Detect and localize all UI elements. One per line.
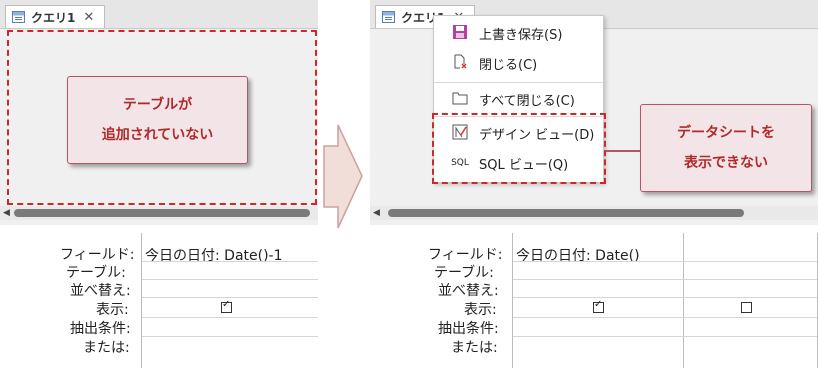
row-label-sort: 並べ替え:	[438, 283, 499, 299]
row-label-show: 表示:	[96, 302, 129, 318]
grid-column-1[interactable]: 今日の日付: Date()	[512, 233, 684, 368]
row-label-field: フィールド:	[60, 247, 135, 263]
menu-item-save[interactable]: 上書き保存(S)	[434, 18, 603, 48]
row-label-table: テーブル:	[66, 265, 126, 281]
horizontal-scrollbar[interactable]: ◀	[370, 206, 818, 220]
document-tab-bar: クエリ1 ✕	[0, 0, 318, 29]
callout-no-table: テーブルが 追加されていない	[67, 76, 248, 164]
query-icon	[382, 11, 395, 23]
show-checkbox-2[interactable]	[741, 302, 752, 313]
row-label-or: または:	[83, 340, 130, 356]
query-icon	[12, 11, 25, 23]
scrollbar-thumb[interactable]	[14, 209, 310, 217]
menu-label-close-all: すべて閉じる(C)	[479, 93, 575, 109]
design-grid: フィールド: テーブル: 並べ替え: 表示: 抽出条件: または: 今日の日付:…	[0, 225, 318, 368]
row-label-show: 表示:	[464, 302, 497, 318]
menu-label-close: 閉じる(C)	[479, 57, 538, 73]
scrollbar-thumb[interactable]	[388, 209, 744, 217]
callout-no-datasheet: データシートを 表示できない	[640, 104, 812, 192]
grid-column-2[interactable]	[683, 233, 818, 368]
row-label-table: テーブル:	[434, 265, 494, 281]
callout-line-2: 追加されていない	[101, 127, 214, 143]
menu-item-close-all[interactable]: すべて閉じる(C)	[434, 84, 603, 114]
row-label-sort: 並べ替え:	[70, 283, 131, 299]
save-icon	[451, 24, 469, 43]
scroll-left-icon[interactable]: ◀	[373, 208, 380, 218]
scroll-left-icon[interactable]: ◀	[3, 208, 10, 218]
menu-label-save: 上書き保存(S)	[479, 27, 563, 43]
highlight-view-items	[432, 113, 606, 184]
arrow-right-icon	[323, 124, 363, 229]
grid-column-1[interactable]: 今日の日付: Date()-1	[141, 233, 318, 368]
horizontal-scrollbar[interactable]: ◀	[0, 206, 318, 220]
row-label-criteria: 抽出条件:	[438, 321, 499, 337]
callout-line-1: テーブルが	[122, 97, 193, 113]
design-grid: フィールド: テーブル: 並べ替え: 表示: 抽出条件: または: 今日の日付:…	[370, 225, 818, 368]
show-checkbox[interactable]	[593, 299, 604, 313]
show-checkbox[interactable]	[221, 299, 232, 313]
row-label-field: フィールド:	[428, 247, 503, 263]
field-cell[interactable]: 今日の日付: Date()	[516, 245, 640, 265]
callout-line-1: データシートを	[677, 125, 775, 141]
callout-connector	[606, 150, 640, 152]
row-label-or: または:	[451, 340, 498, 356]
menu-item-close[interactable]: 閉じる(C)	[434, 48, 603, 78]
query-tab[interactable]: クエリ1 ✕	[5, 5, 105, 28]
close-document-icon	[451, 54, 469, 73]
callout-line-2: 表示できない	[684, 155, 768, 171]
close-icon[interactable]: ✕	[83, 10, 94, 25]
row-label-criteria: 抽出条件:	[70, 321, 131, 337]
field-cell[interactable]: 今日の日付: Date()-1	[145, 245, 283, 265]
folder-icon	[451, 91, 469, 108]
query-tab-label: クエリ1	[31, 10, 76, 25]
